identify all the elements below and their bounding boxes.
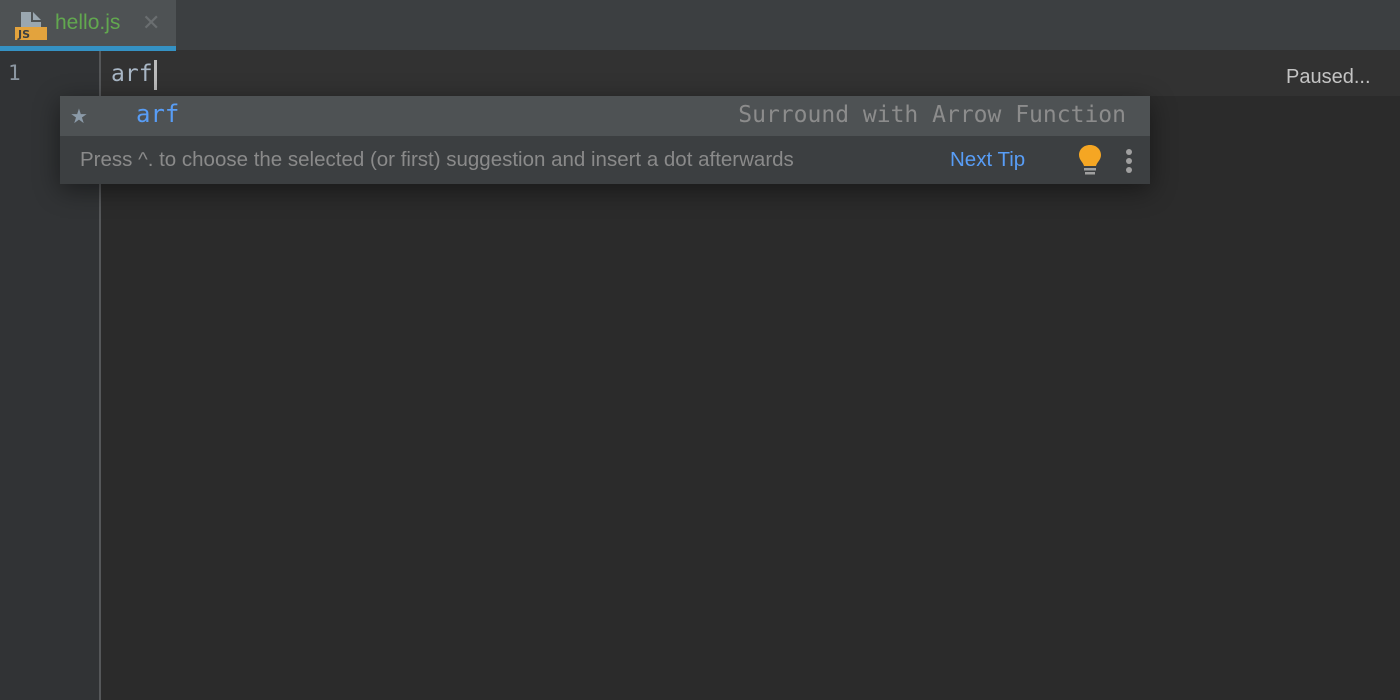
svg-text:JS: JS xyxy=(17,28,30,40)
line-number: 1 xyxy=(8,61,21,85)
lightbulb-icon[interactable] xyxy=(1078,144,1102,176)
code-text: arf xyxy=(111,61,153,87)
completion-item-description: Surround with Arrow Function xyxy=(738,102,1126,128)
code-line[interactable]: arf xyxy=(111,58,157,90)
js-file-icon: JS xyxy=(15,12,47,40)
completion-popup: ★ arf Surround with Arrow Function Press… xyxy=(60,96,1150,184)
status-badge: Paused... xyxy=(1272,56,1397,96)
tab-label: hello.js xyxy=(55,11,121,34)
tip-text: Press ^. to choose the selected (or firs… xyxy=(80,148,794,171)
close-icon[interactable]: ✕ xyxy=(142,12,160,34)
current-line-highlight xyxy=(101,51,1400,96)
star-icon: ★ xyxy=(70,106,88,128)
editor-tab-bar: JS hello.js ✕ xyxy=(0,0,1400,51)
completion-tip-footer: Press ^. to choose the selected (or firs… xyxy=(60,136,1150,184)
completion-item-name: arf xyxy=(136,100,180,128)
completion-item[interactable]: ★ arf Surround with Arrow Function xyxy=(60,96,1150,136)
next-tip-link[interactable]: Next Tip xyxy=(950,148,1025,172)
tab-hello-js[interactable]: JS hello.js ✕ xyxy=(0,0,176,51)
text-caret xyxy=(153,59,157,90)
more-options-icon[interactable] xyxy=(1123,148,1135,174)
